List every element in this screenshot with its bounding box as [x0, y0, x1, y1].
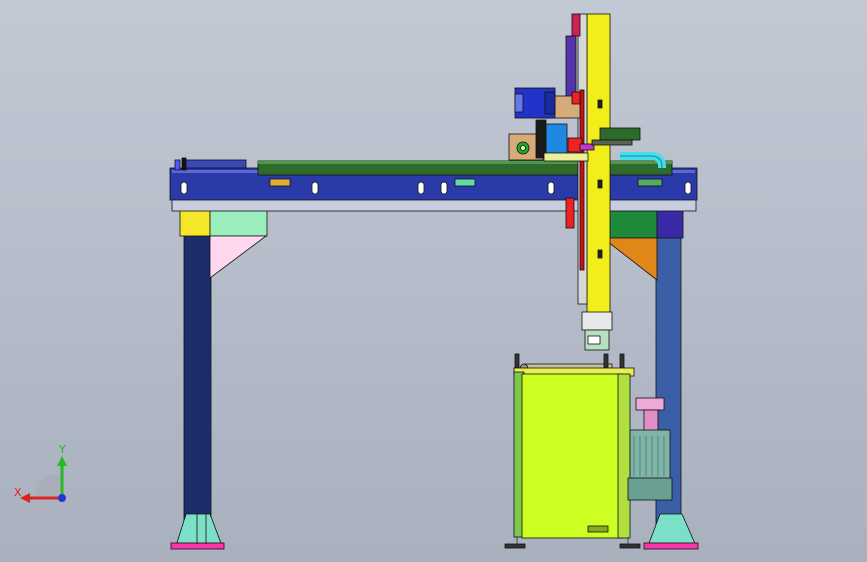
- y-axis-label: Y: [58, 443, 66, 456]
- carriage-assembly: [508, 87, 641, 162]
- y-axis-arrowhead: [57, 456, 67, 466]
- orientation-triad[interactable]: Y X: [12, 440, 82, 512]
- triad-plane: [35, 473, 60, 496]
- base-cabinet: [504, 353, 641, 549]
- x-axis-label: X: [14, 486, 22, 499]
- z-axis-dot: [58, 494, 66, 502]
- left-column: [170, 209, 268, 550]
- cad-viewport[interactable]: Y X: [0, 0, 867, 562]
- gantry-robot-model[interactable]: [0, 0, 867, 562]
